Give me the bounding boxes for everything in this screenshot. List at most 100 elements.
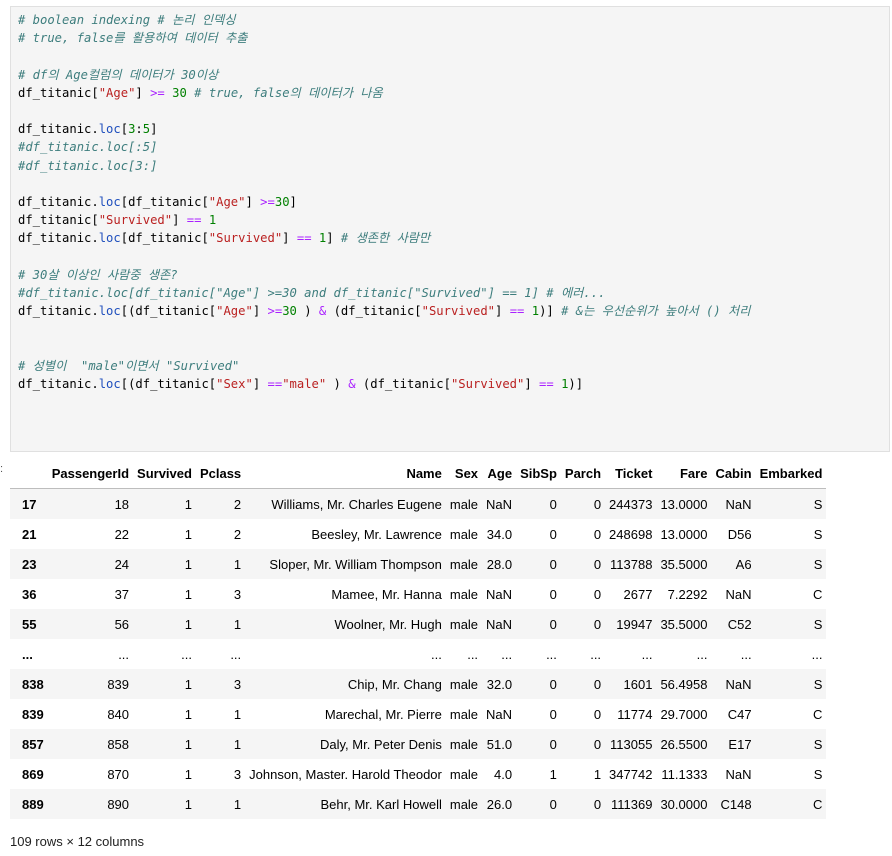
code-line: # 성별이 "male"이면서 "Survived" [18, 358, 240, 373]
table-cell: Johnson, Master. Harold Theodor [249, 766, 442, 782]
table-row: ....................................... [10, 639, 826, 669]
table-cell: 1 [184, 796, 192, 812]
table-cell: S [813, 556, 823, 572]
table-cell: 26.5500 [660, 736, 708, 752]
code-line: df_titanic.loc[df_titanic["Survived"] ==… [18, 231, 431, 246]
table-cell: 35.5000 [660, 556, 708, 572]
row-index: 839 [22, 706, 44, 722]
table-cell: 3 [233, 676, 242, 692]
table-cell: male [449, 766, 479, 782]
table-cell: 0 [549, 706, 557, 722]
table-cell: NaN [486, 496, 513, 512]
table-cell: 0 [549, 736, 557, 752]
table-row: 55 56 1 1 Woolner, Mr. Hugh male NaN 0 0 19947 35.… [10, 609, 827, 639]
table-row: 838 839 1 3 Chip, Mr. Chang male 32.0 0 0 1601 56.… [10, 669, 827, 699]
table-cell: 13.0000 [660, 526, 708, 542]
table-cell: 26.0 [486, 796, 513, 812]
table-cell: C148 [720, 796, 752, 812]
dataframe-shape-footer: 109 rows × 12 columns [10, 834, 145, 849]
table-row: 839 840 1 1 Marechal, Mr. Pierre male NaN 0 0 117… [10, 699, 826, 729]
dataframe-table: PassengerId Survived Pclass Name Sex Age SibSp… [10, 458, 827, 819]
table-row: 36 37 1 3 Mamee, Mr. Hanna male NaN 0 0 2677 7.229… [10, 579, 826, 609]
table-cell: 0 [593, 556, 602, 572]
column-header: Sex [445, 458, 483, 489]
table-cell: male [449, 736, 479, 752]
table-cell: S [813, 766, 823, 782]
table-row: 17 18 1 2 Williams, Mr. Charles Eugene male Na… [10, 488, 827, 519]
code-line: #df_titanic.loc[df_titanic["Age"] >=30 a… [18, 285, 606, 300]
table-cell: 0 [593, 796, 602, 812]
table-cell: 19947 [616, 616, 653, 632]
row-index: ... [22, 646, 33, 662]
table-cell: 0 [593, 496, 602, 512]
table-cell: 1 [233, 556, 242, 572]
table-cell: ... [230, 646, 242, 662]
table-cell: 1 [184, 706, 192, 722]
table-cell: 0 [593, 586, 602, 602]
table-cell: 4.0 [493, 766, 513, 782]
table-cell: NaN [725, 586, 752, 602]
table-cell: 1 [184, 736, 192, 752]
table-cell: 1 [549, 766, 557, 782]
table-cell: male [449, 496, 479, 512]
table-cell: 111369 [610, 796, 653, 812]
table-cell: 32.0 [486, 676, 513, 692]
table-cell: 870 [107, 766, 130, 782]
table-cell: NaN [486, 586, 513, 602]
table-cell: 113055 [610, 736, 653, 752]
column-header: Cabin [711, 458, 756, 489]
table-cell: male [449, 526, 479, 542]
table-cell: 22 [114, 526, 130, 542]
table-cell: ... [740, 646, 752, 662]
table-cell: 0 [549, 796, 557, 812]
table-cell: Williams, Mr. Charles Eugene [271, 496, 442, 512]
table-cell: ... [501, 646, 513, 662]
table-cell: 0 [549, 526, 557, 542]
table-cell: D56 [727, 526, 752, 542]
table-cell: 13.0000 [660, 496, 708, 512]
table-cell: 34.0 [486, 526, 513, 542]
column-header: PassengerId [47, 458, 134, 489]
table-cell: 0 [593, 676, 602, 692]
table-cell: NaN [725, 496, 752, 512]
table-cell: 1 [184, 556, 192, 572]
row-index: 23 [22, 556, 37, 572]
table-cell: 1 [593, 766, 602, 782]
code-editor[interactable]: # boolean indexing # 논리 인덱싱 # true, false… [18, 11, 750, 393]
table-cell: 7.2292 [667, 586, 708, 602]
table-cell: 0 [549, 556, 557, 572]
table-cell: C [813, 586, 823, 602]
table-cell: 1 [233, 616, 242, 632]
code-line: # 30살 이상인 사람중 생존? [18, 267, 178, 282]
table-cell: 35.5000 [660, 616, 708, 632]
table-cell: 2 [233, 496, 242, 512]
table-row: 869 870 1 3 Johnson, Master. Harold Theodor m… [10, 759, 826, 789]
table-cell: Marechal, Mr. Pierre [324, 706, 442, 722]
table-cell: ... [811, 646, 823, 662]
code-cell[interactable]: # boolean indexing # 논리 인덱싱 # true, false… [10, 6, 890, 452]
table-cell: 30.0000 [660, 796, 708, 812]
row-index: 55 [22, 616, 37, 632]
table-cell: ... [181, 646, 192, 662]
table-cell: male [449, 796, 479, 812]
table-cell: S [813, 736, 823, 752]
column-header: Age [482, 458, 517, 489]
row-index: 36 [22, 586, 37, 602]
column-header: Ticket [605, 458, 657, 489]
table-cell: S [813, 496, 823, 512]
table-row: 23 24 1 1 Sloper, Mr. William Thompson male 28… [10, 549, 827, 579]
table-cell: Beesley, Mr. Lawrence [311, 526, 442, 542]
table-cell: ... [467, 646, 479, 662]
table-cell: 0 [593, 616, 602, 632]
table-cell: Sloper, Mr. William Thompson [269, 556, 442, 572]
table-cell: E17 [728, 736, 752, 752]
table-cell: 1 [233, 796, 242, 812]
column-header: Embarked [755, 458, 827, 489]
table-cell: 0 [549, 496, 557, 512]
table-cell: S [813, 526, 823, 542]
